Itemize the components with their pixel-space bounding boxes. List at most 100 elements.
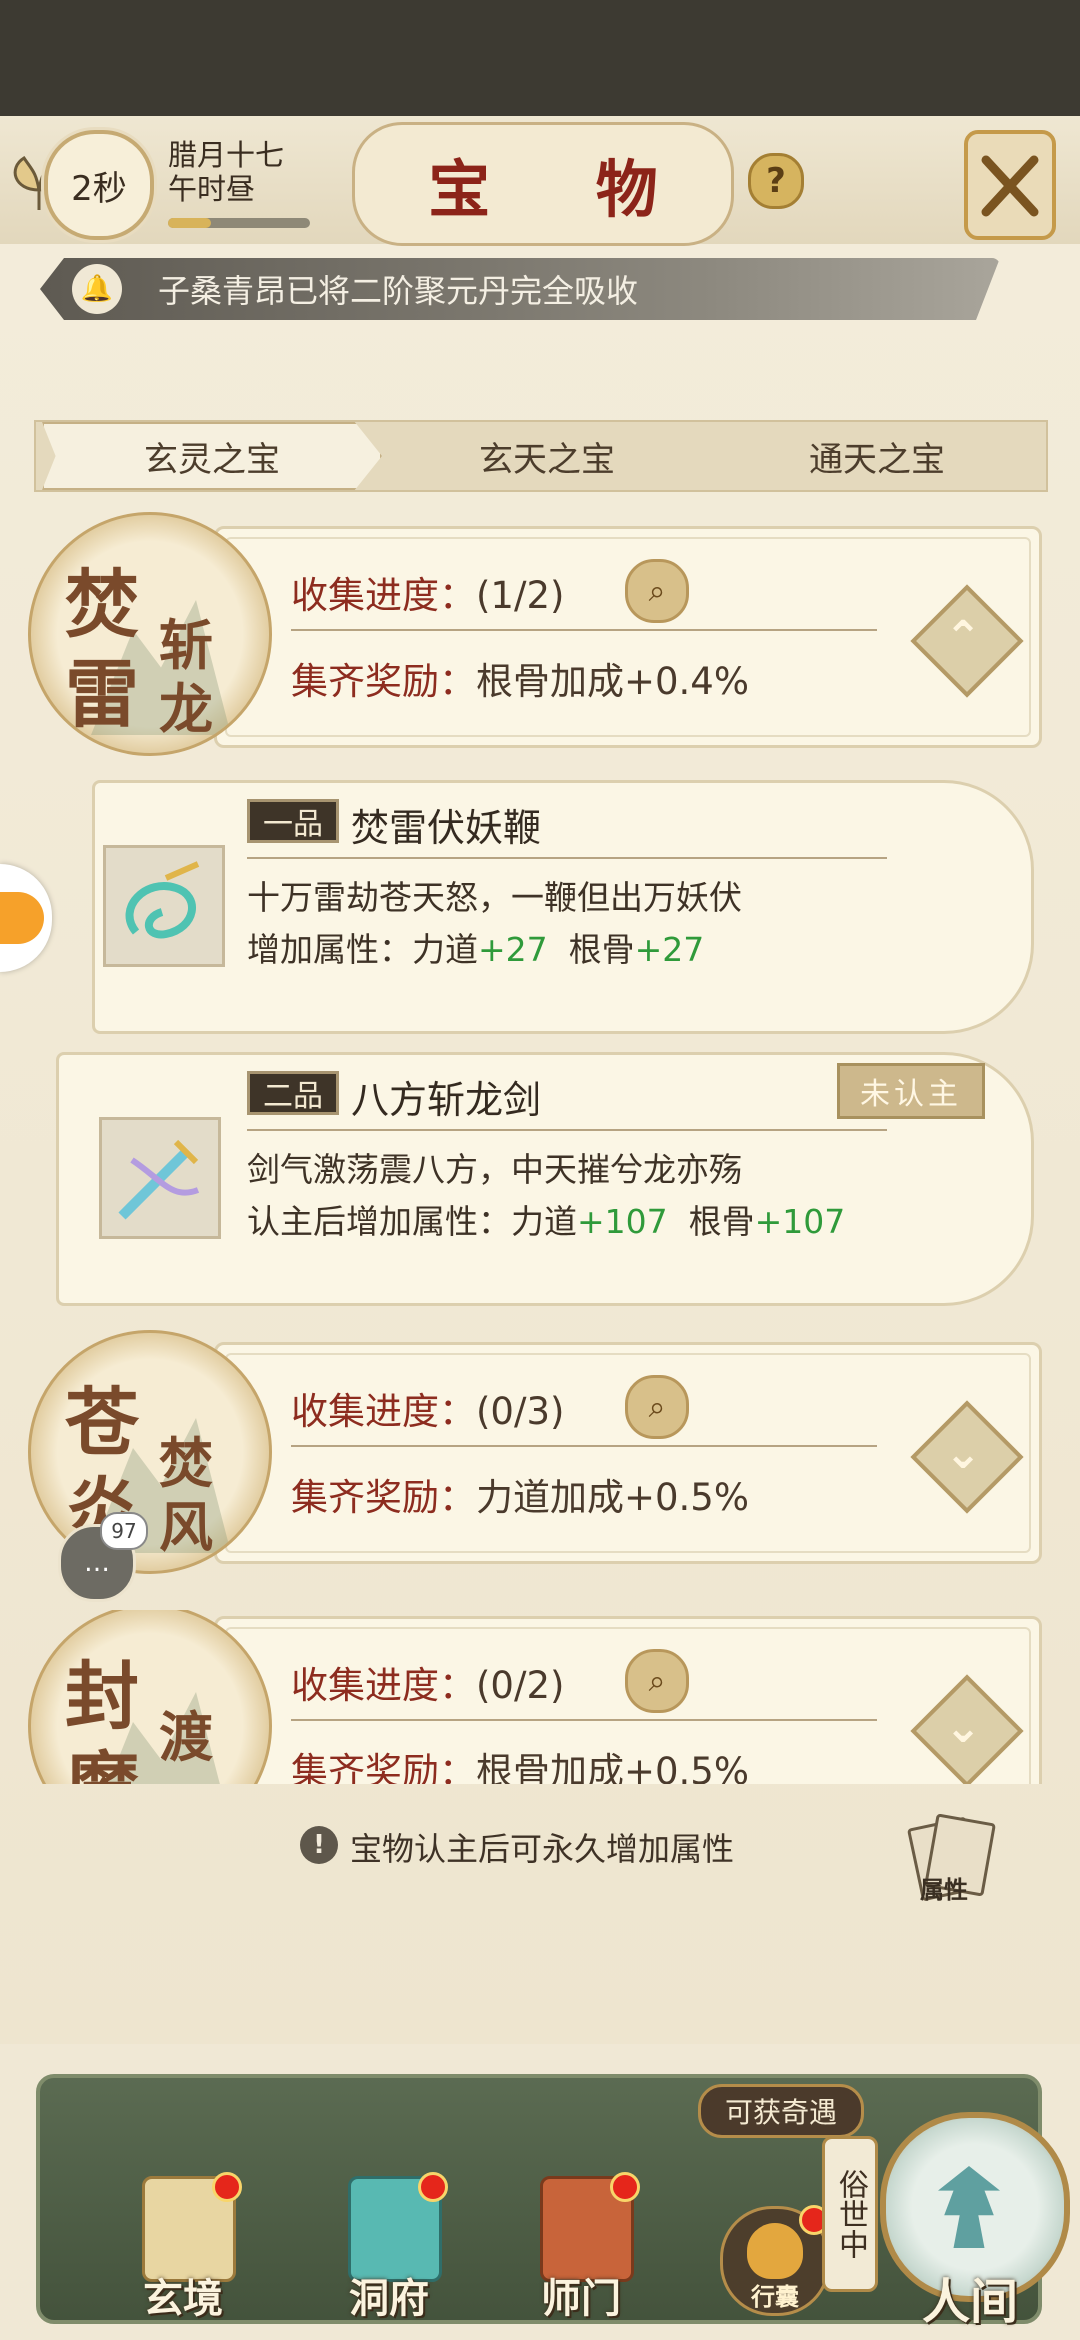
set-emblem: 焚 雷 斩 龙: [28, 512, 272, 756]
progress-value: (0/3): [476, 1390, 565, 1433]
time-progress-bar: [168, 218, 310, 228]
realm-text: 俗世中: [833, 2169, 868, 2259]
bell-icon: 🔔: [72, 264, 122, 314]
nav-dongfu[interactable]: 洞府: [324, 2170, 454, 2322]
info-icon: !: [300, 1826, 338, 1864]
treasure-item-card[interactable]: 一品 焚雷伏妖鞭 十万雷劫苍天怒，一鞭但出万妖伏 增加属性：力道+27 根骨+2…: [92, 780, 1034, 1034]
chevron-down-icon: ⌄: [944, 1701, 982, 1753]
time-progress-fill: [168, 218, 211, 228]
gamepad-icon: [0, 892, 44, 944]
progress-value: (1/2): [476, 574, 565, 617]
reward-value: 根骨加成+0.5%: [476, 1750, 750, 1784]
item-name: 八方斩龙剑: [351, 1078, 542, 1122]
set-reward: 集齐奖励：根骨加成+0.5%: [291, 1741, 749, 1784]
stat-value: +27: [634, 930, 705, 969]
progress-label: 收集进度：: [291, 1390, 476, 1433]
stat-label: 认主后增加属性：力道: [247, 1202, 577, 1241]
collect-progress: 收集进度：(0/3): [291, 1381, 564, 1435]
encounter-tag: 可获奇遇: [698, 2084, 864, 2138]
notification-dot: [610, 2172, 640, 2202]
chevron-down-icon: ⌄: [944, 1427, 982, 1479]
tab-tongtian[interactable]: 通天之宝: [712, 422, 1042, 490]
game-date: 腊月十七 午时昼: [168, 138, 284, 206]
whip-item-icon: [103, 845, 225, 967]
tab-label: 通天之宝: [809, 439, 945, 480]
world-button[interactable]: 人间: [860, 2106, 1080, 2340]
reward-label: 集齐奖励：: [291, 660, 476, 703]
sword-icon: [118, 1139, 200, 1220]
nav-label: 玄境: [143, 2275, 223, 2322]
emblem-char: 龙: [159, 677, 213, 741]
set-reward: 集齐奖励：根骨加成+0.4%: [291, 651, 749, 705]
status-area: [0, 0, 1080, 120]
notice-ticker: 🔔 子桑青昂已将二阶聚元丹完全吸收: [40, 258, 1000, 320]
timer-badge: 2秒: [44, 130, 154, 240]
emblem-char: 魔: [65, 1727, 139, 1784]
collect-progress: 收集进度：(0/2): [291, 1655, 564, 1709]
help-button[interactable]: ?: [748, 153, 804, 209]
notification-dot: [212, 2172, 242, 2202]
nav-label: 师门: [541, 2275, 621, 2322]
item-name: 焚雷伏妖鞭: [351, 806, 542, 850]
stat-label: 根骨: [688, 1202, 755, 1241]
attributes-button[interactable]: 属性: [906, 1812, 996, 1904]
divider: [291, 1445, 877, 1447]
tab-xuanling[interactable]: 玄灵之宝: [42, 422, 382, 490]
chevron-up-icon: ⌃: [944, 611, 982, 663]
bag-label: 行囊: [751, 2283, 799, 2311]
search-icon[interactable]: ⌕: [625, 559, 689, 623]
notice-text: 子桑青昂已将二阶聚元丹完全吸收: [158, 272, 639, 310]
stat-value: +107: [577, 1202, 668, 1241]
help-icon: ?: [766, 161, 786, 201]
item-description: 剑气激荡震八方，中天摧兮龙亦殇: [247, 1150, 742, 1189]
stat-value: +107: [754, 1202, 846, 1241]
expand-button[interactable]: ⌄: [910, 1400, 1024, 1514]
item-description: 十万雷劫苍天怒，一鞭但出万妖伏: [247, 878, 742, 917]
attributes-label: 属性: [920, 1876, 968, 1904]
tab-xuantian[interactable]: 玄天之宝: [382, 422, 712, 490]
divider: [247, 857, 887, 859]
item-stats: 认主后增加属性：力道+107 根骨+107: [247, 1195, 845, 1243]
stat-label: 增加属性：力道: [247, 930, 478, 969]
progress-label: 收集进度：: [291, 574, 476, 617]
collect-progress: 收集进度：(1/2): [291, 565, 564, 619]
reward-value: 根骨加成+0.4%: [476, 660, 750, 703]
set-card-clip: 收集进度：(0/2) ⌕ 集齐奖励：根骨加成+0.5% ⌄ 封 魔 渡: [0, 1610, 1080, 1784]
nav-xuanjing[interactable]: 玄境: [118, 2170, 248, 2322]
search-icon[interactable]: ⌕: [625, 1375, 689, 1439]
sword-item-icon: [99, 1117, 221, 1239]
treasure-item-card[interactable]: 二品 八方斩龙剑 未认主 剑气激荡震八方，中天摧兮龙亦殇 认主后增加属性：力道+…: [56, 1052, 1034, 1306]
tab-label: 玄灵之宝: [144, 439, 280, 480]
stat-label: 根骨: [568, 930, 635, 969]
divider: [291, 1719, 877, 1721]
date-line-2: 午时昼: [168, 172, 256, 206]
notification-dot: [418, 2172, 448, 2202]
nav-label: 洞府: [349, 2275, 429, 2322]
tab-label: 玄天之宝: [479, 439, 615, 480]
footnote-text: 宝物认主后可永久增加属性: [350, 1830, 735, 1868]
stat-value: +27: [478, 930, 548, 969]
item-stats: 增加属性：力道+27 根骨+27: [247, 923, 704, 971]
pouch-icon: [747, 2223, 803, 2279]
treasure-set-card[interactable]: 收集进度：(1/2) ⌕ 集齐奖励：根骨加成+0.4% ⌃: [214, 526, 1042, 748]
treasure-tabs: 玄灵之宝 玄天之宝 通天之宝: [34, 420, 1048, 492]
nav-shimen[interactable]: 师门: [516, 2170, 646, 2322]
page-title: 宝 物: [428, 153, 700, 226]
realm-scroll-tag: 俗世中: [822, 2136, 878, 2292]
collapse-button[interactable]: ⌃: [910, 584, 1024, 698]
search-icon[interactable]: ⌕: [625, 1649, 689, 1713]
set-reward: 集齐奖励：力道加成+0.5%: [291, 1467, 749, 1521]
date-line-1: 腊月十七: [168, 138, 285, 172]
close-button[interactable]: [964, 130, 1056, 240]
reward-label: 集齐奖励：: [291, 1750, 476, 1784]
emblem-char: 渡: [159, 1705, 213, 1769]
treasure-set-card[interactable]: 收集进度：(0/2) ⌕ 集齐奖励：根骨加成+0.5% ⌄: [214, 1616, 1042, 1784]
whip-icon: [125, 861, 200, 939]
treasure-set-card[interactable]: 收集进度：(0/3) ⌕ 集齐奖励：力道加成+0.5% ⌄: [214, 1342, 1042, 1564]
divider: [291, 629, 877, 631]
page-title-plaque: 宝 物: [352, 122, 734, 246]
emblem-char: 雷: [65, 652, 139, 738]
expand-button[interactable]: ⌄: [910, 1674, 1024, 1784]
bag-button[interactable]: 行囊: [720, 2205, 830, 2316]
progress-value: (0/2): [476, 1664, 565, 1707]
